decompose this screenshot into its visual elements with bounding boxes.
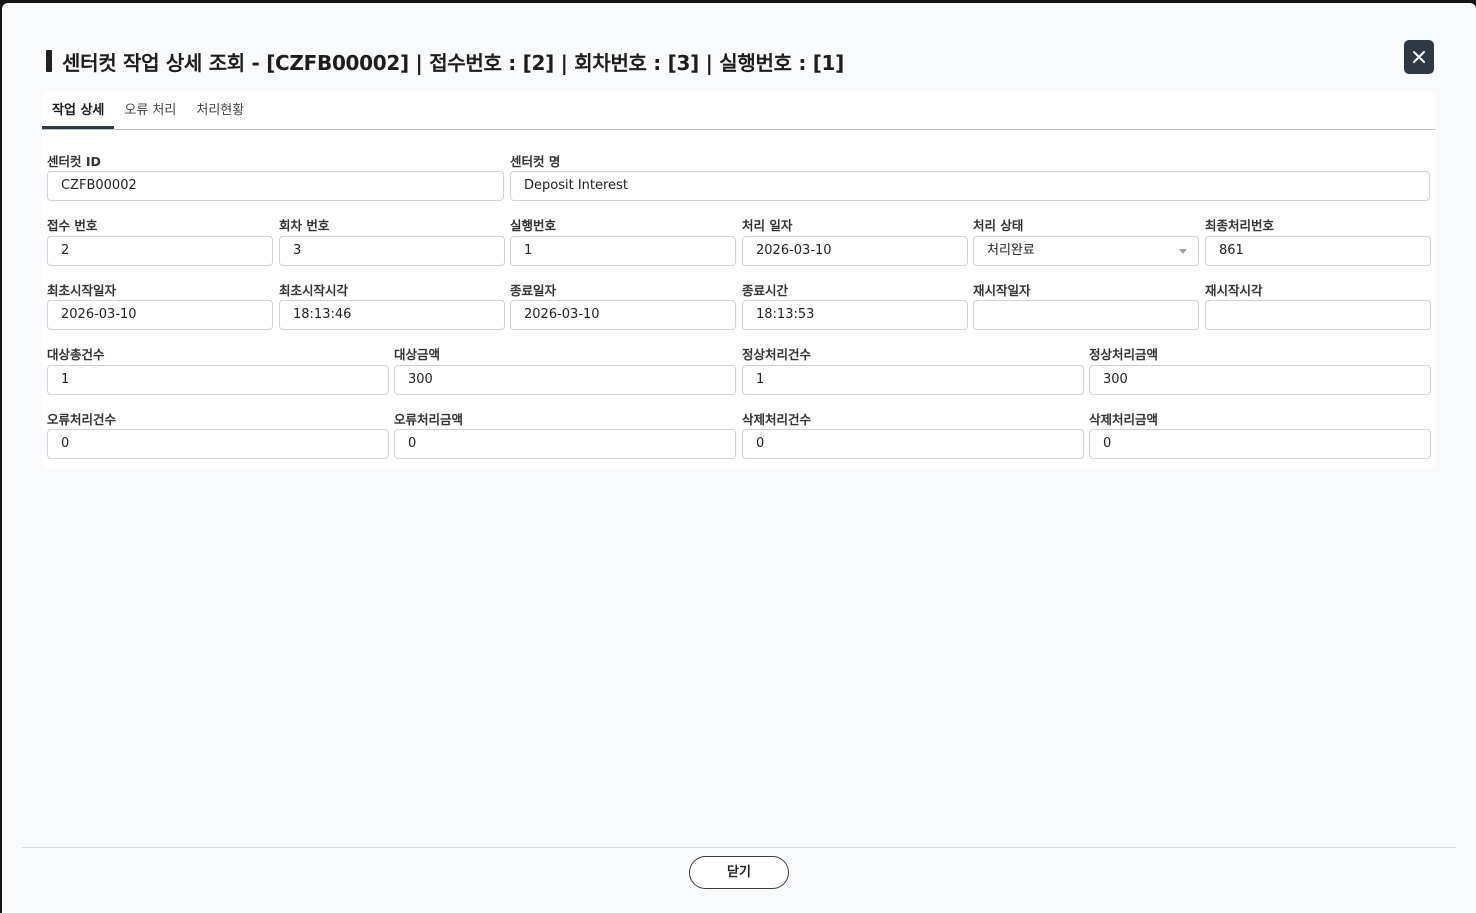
end-date-field[interactable]: 2026-03-10 bbox=[510, 300, 736, 330]
restart-date-field[interactable] bbox=[973, 300, 1199, 330]
final-process-no-label: 최종처리번호 bbox=[1205, 218, 1275, 233]
title-accent-bar bbox=[46, 50, 52, 72]
round-no-label: 회차 번호 bbox=[279, 218, 330, 233]
end-date-label: 종료일자 bbox=[510, 283, 557, 298]
modal-title: 센터컷 작업 상세 조회 - [CZFB00002] | 접수번호 : [2] … bbox=[62, 50, 845, 75]
first-start-time-field[interactable]: 18:13:46 bbox=[279, 300, 505, 330]
restart-time-field[interactable] bbox=[1205, 300, 1431, 330]
close-icon bbox=[1413, 51, 1425, 63]
end-time-field[interactable]: 18:13:53 bbox=[742, 300, 968, 330]
error-amount-label: 오류처리금액 bbox=[394, 412, 464, 427]
receipt-no-field[interactable]: 2 bbox=[47, 236, 273, 266]
error-count-label: 오류처리건수 bbox=[47, 412, 117, 427]
tab-error-processing[interactable]: 오류 처리 bbox=[114, 95, 186, 129]
normal-amount-label: 정상처리금액 bbox=[1089, 347, 1159, 362]
target-amount-label: 대상금액 bbox=[394, 347, 441, 362]
normal-amount-field[interactable]: 300 bbox=[1089, 365, 1431, 395]
process-status-label: 처리 상태 bbox=[973, 218, 1024, 233]
chevron-down-icon bbox=[1179, 249, 1187, 254]
target-total-count-field[interactable]: 1 bbox=[47, 365, 389, 395]
restart-time-label: 재시작시각 bbox=[1205, 283, 1263, 298]
target-total-count-label: 대상총건수 bbox=[47, 347, 105, 362]
tab-bar: 작업 상세 오류 처리 처리현황 bbox=[42, 92, 1436, 130]
process-status-value: 처리완료 bbox=[987, 243, 1035, 258]
process-date-field[interactable]: 2026-03-10 bbox=[742, 236, 968, 266]
normal-count-label: 정상처리건수 bbox=[742, 347, 812, 362]
delete-amount-field[interactable]: 0 bbox=[1089, 429, 1431, 459]
centercut-name-field[interactable]: Deposit Interest bbox=[510, 171, 1430, 201]
centercut-name-label: 센터컷 명 bbox=[510, 154, 561, 169]
tab-processing-status[interactable]: 처리현황 bbox=[186, 95, 254, 129]
first-start-time-label: 최초시작시각 bbox=[279, 283, 349, 298]
modal-header: 센터컷 작업 상세 조회 - [CZFB00002] | 접수번호 : [2] … bbox=[46, 41, 1422, 81]
target-amount-field[interactable]: 300 bbox=[394, 365, 736, 395]
delete-amount-label: 삭제처리금액 bbox=[1089, 412, 1159, 427]
restart-date-label: 재시작일자 bbox=[973, 283, 1031, 298]
delete-count-field[interactable]: 0 bbox=[742, 429, 1084, 459]
job-detail-modal: 센터컷 작업 상세 조회 - [CZFB00002] | 접수번호 : [2] … bbox=[2, 3, 1476, 913]
normal-count-field[interactable]: 1 bbox=[742, 365, 1084, 395]
delete-count-label: 삭제처리건수 bbox=[742, 412, 812, 427]
detail-panel: 작업 상세 오류 처리 처리현황 센터컷 ID CZFB00002 센터컷 명 … bbox=[42, 92, 1436, 468]
final-process-no-field[interactable]: 861 bbox=[1205, 236, 1431, 266]
receipt-no-label: 접수 번호 bbox=[47, 218, 98, 233]
close-dialog-button[interactable]: 닫기 bbox=[689, 856, 789, 889]
end-time-label: 종료시간 bbox=[742, 283, 789, 298]
exec-no-label: 실행번호 bbox=[510, 218, 557, 233]
tab-job-detail[interactable]: 작업 상세 bbox=[42, 95, 115, 129]
close-button[interactable] bbox=[1404, 40, 1434, 74]
first-start-date-field[interactable]: 2026-03-10 bbox=[47, 300, 273, 330]
first-start-date-label: 최초시작일자 bbox=[47, 283, 117, 298]
error-count-field[interactable]: 0 bbox=[47, 429, 389, 459]
process-status-select[interactable]: 처리완료 bbox=[973, 236, 1199, 266]
centercut-id-field[interactable]: CZFB00002 bbox=[47, 171, 504, 201]
error-amount-field[interactable]: 0 bbox=[394, 429, 736, 459]
centercut-id-label: 센터컷 ID bbox=[47, 154, 101, 169]
process-date-label: 처리 일자 bbox=[742, 218, 793, 233]
round-no-field[interactable]: 3 bbox=[279, 236, 505, 266]
footer-divider bbox=[22, 847, 1456, 848]
exec-no-field[interactable]: 1 bbox=[510, 236, 736, 266]
